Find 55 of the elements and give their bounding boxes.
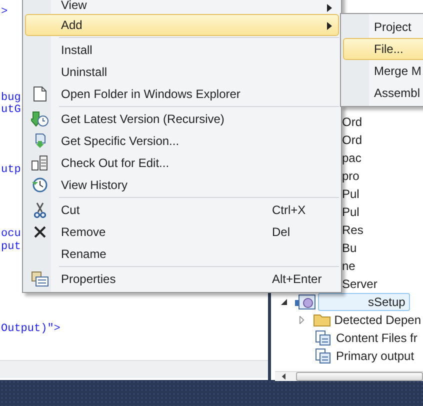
horizontal-scrollbar[interactable] bbox=[275, 371, 423, 381]
menu-item[interactable]: Add bbox=[25, 14, 339, 36]
explorer-node[interactable]: Server bbox=[342, 277, 378, 291]
download-document-icon bbox=[34, 133, 46, 149]
menu-item[interactable]: Assembl bbox=[343, 82, 423, 104]
explorer-node[interactable]: Pul bbox=[342, 205, 360, 219]
explorer-node[interactable]: pro bbox=[342, 169, 360, 183]
menu-item[interactable]: Get Specific Version... bbox=[25, 130, 339, 152]
menu-item[interactable]: View bbox=[25, 0, 339, 14]
code-line: utp bbox=[1, 164, 21, 177]
explorer-node[interactable]: Pul bbox=[342, 187, 360, 201]
explorer-node[interactable]: Res bbox=[342, 223, 364, 237]
menu-item[interactable]: Cut Ctrl+X bbox=[25, 199, 339, 221]
explorer-node[interactable]: pac bbox=[342, 151, 362, 165]
properties-icon bbox=[30, 271, 48, 287]
code-line: put bbox=[1, 241, 21, 254]
scissors-icon bbox=[34, 202, 46, 218]
editor-scrollbar[interactable] bbox=[0, 360, 268, 378]
menu-item[interactable]: Install bbox=[25, 39, 339, 61]
menu-item[interactable]: Properties Alt+Enter bbox=[25, 268, 339, 290]
explorer-node[interactable]: Ord bbox=[342, 115, 362, 129]
explorer-node[interactable]: sSetup bbox=[318, 293, 410, 311]
collapsed-arrow-icon[interactable] bbox=[298, 316, 306, 324]
close-icon bbox=[34, 226, 46, 238]
download-clock-icon bbox=[30, 111, 48, 127]
explorer-node[interactable]: Detected Depen bbox=[332, 313, 423, 327]
code-line: > bbox=[1, 6, 8, 19]
menu-item[interactable]: Uninstall bbox=[25, 61, 339, 83]
explorer-node[interactable]: ne bbox=[342, 259, 356, 273]
code-line: bug bbox=[1, 92, 21, 104]
explorer-node[interactable]: Primary output bbox=[334, 349, 416, 363]
history-icon bbox=[32, 177, 48, 193]
files-icon bbox=[315, 348, 331, 364]
checkout-icon bbox=[30, 155, 48, 171]
menu-item[interactable]: Get Latest Version (Recursive) bbox=[25, 108, 339, 130]
setup-project-icon bbox=[294, 294, 316, 310]
menu-item[interactable]: Merge M bbox=[343, 60, 423, 82]
explorer-node[interactable]: Content Files fr bbox=[334, 331, 420, 345]
document-icon bbox=[32, 86, 46, 102]
menu-item[interactable]: Remove Del bbox=[25, 221, 339, 243]
folder-icon bbox=[312, 313, 331, 327]
menu-item[interactable]: Check Out for Edit... bbox=[25, 152, 339, 174]
menu-item[interactable]: Open Folder in Windows Explorer bbox=[25, 83, 339, 105]
expanded-arrow-icon[interactable] bbox=[280, 298, 288, 306]
code-line: ocu bbox=[1, 228, 21, 241]
code-line: utG bbox=[1, 104, 21, 117]
scroll-left-icon[interactable] bbox=[281, 373, 286, 380]
explorer-node[interactable]: Bu bbox=[342, 241, 357, 255]
menu-item[interactable]: Project bbox=[343, 16, 423, 38]
menu-item[interactable]: View History bbox=[25, 174, 339, 196]
menu-item[interactable]: Rename bbox=[25, 243, 339, 265]
explorer-node[interactable]: Ord bbox=[342, 133, 362, 147]
files-icon bbox=[315, 330, 331, 346]
code-line: Output)"> bbox=[1, 323, 60, 336]
menu-item[interactable]: File... bbox=[343, 38, 423, 60]
